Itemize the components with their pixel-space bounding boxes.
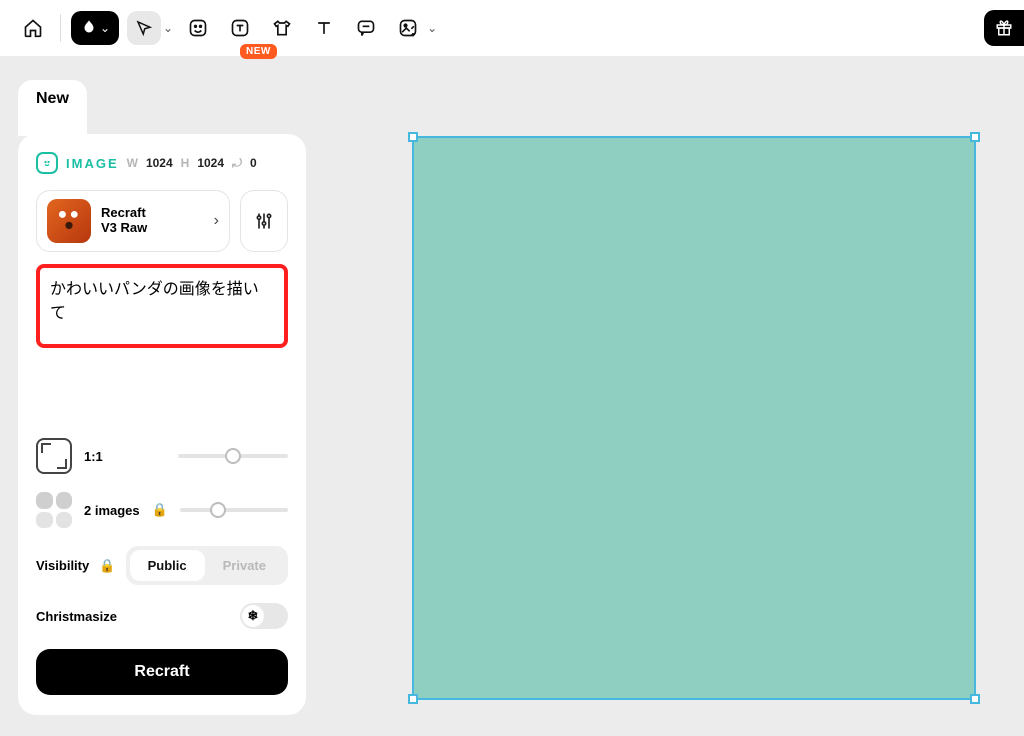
image-count-label: 2 images [84, 503, 140, 518]
lock-icon: 🔒 [99, 558, 115, 574]
text-image-tool-button[interactable] [223, 11, 257, 45]
visibility-private[interactable]: Private [205, 550, 284, 581]
model-row: Recraft V3 Raw › [36, 190, 288, 252]
aspect-ratio-icon[interactable] [36, 438, 72, 474]
aspect-ratio-slider[interactable] [178, 454, 288, 458]
toolbar-right [984, 0, 1024, 56]
christmasize-label: Christmasize [36, 609, 117, 624]
brand-tool-combo[interactable]: ⌄ [71, 11, 119, 45]
upload-tool-button[interactable] [391, 11, 425, 45]
resize-handle-tr[interactable] [970, 132, 980, 142]
visibility-row: Visibility 🔒 Public Private [36, 546, 288, 585]
lock-icon: 🔒 [152, 502, 168, 518]
resize-handle-br[interactable] [970, 694, 980, 704]
home-button[interactable] [16, 11, 50, 45]
toolbar-separator [60, 14, 61, 42]
canvas-selection[interactable] [412, 136, 976, 700]
model-selector[interactable]: Recraft V3 Raw › [36, 190, 230, 252]
width-label: W [127, 156, 138, 170]
resize-handle-tl[interactable] [408, 132, 418, 142]
chevron-down-icon[interactable]: ⌄ [163, 21, 173, 35]
text-tool-button[interactable] [307, 11, 341, 45]
visibility-public[interactable]: Public [130, 550, 205, 581]
brand-tool-button[interactable]: ⌄ [71, 11, 119, 45]
christmasize-toggle[interactable]: ❄ [240, 603, 288, 629]
christmasize-row: Christmasize ❄ [36, 603, 288, 629]
model-name-line2: V3 Raw [101, 221, 147, 236]
image-type-icon [36, 152, 58, 174]
generation-panel: IMAGE W 1024 H 1024 ⤾ 0 Recraft V3 Raw ›… [18, 134, 306, 715]
comment-tool-button[interactable] [349, 11, 383, 45]
upload-tool-combo[interactable]: ⌄ [391, 11, 437, 45]
model-name-line1: Recraft [101, 206, 147, 221]
aspect-ratio-label: 1:1 [84, 449, 103, 464]
tab-new[interactable]: New [18, 80, 87, 136]
resize-handle-bl[interactable] [408, 694, 418, 704]
chevron-right-icon: › [214, 212, 219, 230]
prompt-input[interactable]: かわいいパンダの画像を描いて [36, 264, 288, 348]
image-type-label: IMAGE [66, 156, 119, 171]
width-value: 1024 [146, 156, 173, 170]
apparel-tool-button[interactable] [265, 11, 299, 45]
aspect-ratio-row: 1:1 [36, 438, 288, 474]
rotation-value: 0 [250, 156, 257, 170]
image-count-icon[interactable] [36, 492, 72, 528]
snowflake-icon: ❄ [242, 605, 264, 627]
model-thumbnail [47, 199, 91, 243]
rotation-icon: ⤾ [232, 156, 242, 171]
gift-button[interactable] [984, 10, 1024, 46]
height-value: 1024 [197, 156, 224, 170]
visibility-label: Visibility [36, 558, 89, 573]
select-tool-combo[interactable]: ⌄ [127, 11, 173, 45]
chevron-down-icon[interactable]: ⌄ [427, 21, 437, 35]
top-toolbar: ⌄ ⌄ ⌄ [0, 0, 1024, 56]
recraft-button[interactable]: Recraft [36, 649, 288, 695]
visibility-segmented: Public Private [126, 546, 288, 585]
meta-row: IMAGE W 1024 H 1024 ⤾ 0 [36, 152, 288, 174]
select-tool-button[interactable] [127, 11, 161, 45]
image-count-row: 2 images 🔒 [36, 492, 288, 528]
face-tool-button[interactable] [181, 11, 215, 45]
image-count-slider[interactable] [180, 508, 288, 512]
new-badge: NEW [240, 44, 277, 59]
height-label: H [181, 156, 190, 170]
adjust-button[interactable] [240, 190, 288, 252]
